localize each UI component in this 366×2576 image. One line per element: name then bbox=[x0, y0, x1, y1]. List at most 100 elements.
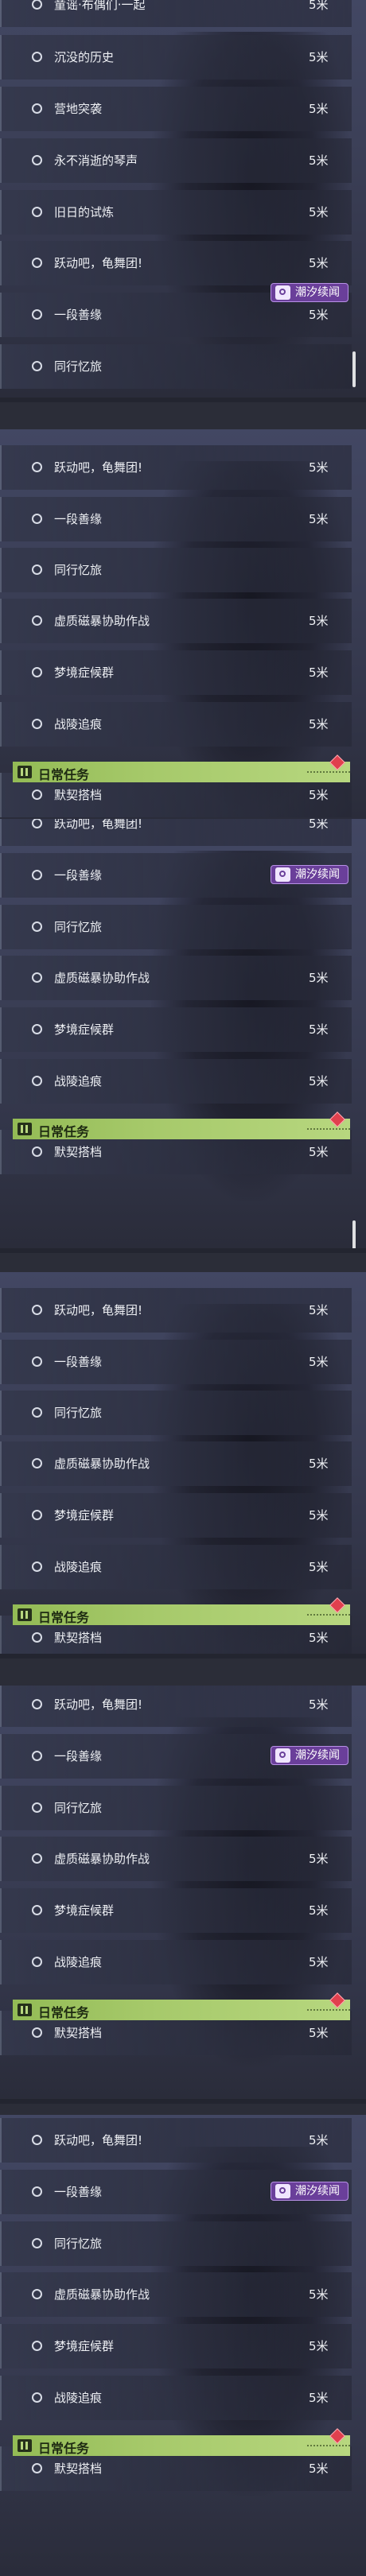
quest-row[interactable]: 同行忆旅 bbox=[0, 1391, 352, 1435]
circle-outline-icon bbox=[32, 1802, 42, 1813]
circle-outline-icon bbox=[32, 155, 42, 165]
quest-row[interactable]: 同行忆旅 bbox=[0, 1786, 352, 1830]
circle-outline-icon bbox=[32, 2392, 42, 2403]
tag-label: 潮汐续闻 bbox=[295, 2185, 340, 2198]
quest-name: 跃动吧，龟舞团! bbox=[54, 2133, 143, 2147]
quest-distance: 5米 bbox=[309, 1903, 329, 1918]
quest-row[interactable]: 战陵追痕 5米 bbox=[0, 1545, 352, 1589]
circle-outline-icon bbox=[32, 789, 42, 800]
quest-row[interactable]: 童谣·布偶们·一起 5米 bbox=[0, 0, 352, 27]
quest-panel: 童谣·布偶们·一起 5米 沉没的历史 5米 营地突袭 5米 永不消逝的琴声 5米 旧日的试炼 5米… bbox=[0, 0, 366, 398]
section-title: 日常任务 bbox=[38, 2441, 90, 2456]
quest-row[interactable]: 梦境症候群 5米 bbox=[0, 650, 352, 695]
circle-outline-icon bbox=[32, 1751, 42, 1761]
quest-panel: 跃动吧，龟舞团!5米一段善缘5米同行忆旅虚质磁暴协助作战5米梦境症候群5米战陵追… bbox=[0, 1686, 366, 2099]
circle-outline-icon bbox=[32, 258, 42, 268]
quest-row[interactable]: 营地突袭 5米 bbox=[0, 87, 352, 131]
quest-distance: 5米 bbox=[309, 1697, 329, 1712]
circle-outline-icon bbox=[32, 309, 42, 320]
quest-distance: 5米 bbox=[309, 1355, 329, 1369]
circle-outline-icon bbox=[32, 1356, 42, 1367]
quest-distance: 5米 bbox=[309, 1631, 329, 1645]
quest-row[interactable]: 同行忆旅 bbox=[0, 548, 352, 592]
circle-outline-icon bbox=[32, 1076, 42, 1086]
section-title: 日常任务 bbox=[38, 1610, 90, 1625]
quest-distance: 5米 bbox=[309, 153, 329, 168]
quest-row[interactable]: 战陵追痕 5米 bbox=[0, 1059, 352, 1104]
circle-outline-icon bbox=[32, 52, 42, 62]
quest-name: 虚质磁暴协助作战 bbox=[54, 2287, 150, 2302]
quest-row[interactable]: 同行忆旅 bbox=[0, 344, 352, 389]
quest-name: 虚质磁暴协助作战 bbox=[54, 1457, 150, 1471]
quest-row[interactable]: 跃动吧，龟舞团! 5米 bbox=[0, 2118, 352, 2163]
daily-tasks-header[interactable]: 日常任务 bbox=[13, 1119, 352, 1139]
quest-row[interactable]: 同行忆旅 bbox=[0, 905, 352, 949]
circle-outline-icon bbox=[32, 564, 42, 575]
quest-row[interactable]: 虚质磁暴协助作战 5米 bbox=[0, 1837, 352, 1881]
quest-distance: 5米 bbox=[309, 665, 329, 680]
daily-tasks-header[interactable]: 日常任务 bbox=[13, 2435, 352, 2456]
quest-name: 童谣·布偶们·一起 bbox=[54, 0, 146, 12]
quest-row[interactable]: 虚质磁暴协助作战 5米 bbox=[0, 599, 352, 643]
quest-name: 梦境症候群 bbox=[54, 1508, 115, 1523]
quest-row[interactable]: 跃动吧，龟舞团! 5米 bbox=[0, 445, 352, 490]
quest-distance: 5米 bbox=[309, 2287, 329, 2302]
quest-row[interactable]: 梦境症候群 5米 bbox=[0, 1007, 352, 1052]
circle-outline-icon bbox=[32, 667, 42, 677]
daily-tasks-header[interactable]: 日常任务 bbox=[13, 2000, 352, 2020]
quest-row[interactable]: 沉没的历史 5米 bbox=[0, 35, 352, 80]
quest-distance: 5米 bbox=[309, 308, 329, 322]
quest-row[interactable]: 梦境症候群 5米 bbox=[0, 1888, 352, 1933]
quest-distance: 5米 bbox=[309, 1852, 329, 1866]
quest-row[interactable]: 战陵追痕 5米 bbox=[0, 1940, 352, 1984]
quest-row[interactable]: 一段善缘 5米 bbox=[0, 1340, 352, 1384]
tidal-icon bbox=[275, 867, 290, 882]
tag-label: 潮汐续闻 bbox=[295, 286, 340, 299]
quest-row[interactable]: 旧日的试炼 5米 bbox=[0, 190, 352, 235]
tag-label: 潮汐续闻 bbox=[295, 1749, 340, 1762]
quest-name: 一段善缘 bbox=[54, 868, 103, 883]
quest-distance: 5米 bbox=[309, 102, 329, 116]
quest-distance: 5米 bbox=[309, 2462, 329, 2476]
scrollbar-thumb[interactable] bbox=[352, 351, 356, 387]
daily-tasks-header[interactable]: 日常任务 bbox=[13, 762, 352, 782]
circle-outline-icon bbox=[32, 870, 42, 880]
quest-row[interactable]: 一段善缘 5米 bbox=[0, 497, 352, 541]
quest-row[interactable]: 永不消逝的琴声 5米 bbox=[0, 138, 352, 183]
quest-panel: 跃动吧，龟舞团!5米一段善缘5米同行忆旅虚质磁暴协助作战5米梦境症候群5米战陵追… bbox=[0, 2115, 366, 2576]
quest-panel: 跃动吧，龟舞团!5米一段善缘 5米同行忆旅虚质磁暴协助作战5米梦境症候群5米战陵追… bbox=[0, 819, 366, 1248]
quest-row[interactable]: 梦境症候群 5米 bbox=[0, 1493, 352, 1538]
quest-name: 跃动吧，龟舞团! bbox=[54, 256, 143, 270]
daily-tasks-header[interactable]: 日常任务 bbox=[13, 1604, 352, 1625]
quest-row[interactable]: 虚质磁暴协助作战 5米 bbox=[0, 956, 352, 1000]
quest-distance: 5米 bbox=[309, 2133, 329, 2147]
quest-distance: 5米 bbox=[309, 1303, 329, 1317]
quest-row[interactable]: 跃动吧，龟舞团! 5米 bbox=[0, 1288, 352, 1333]
quest-row[interactable]: 跃动吧，龟舞团! 5米 bbox=[0, 241, 352, 285]
circle-outline-icon bbox=[32, 2463, 42, 2473]
circle-outline-icon bbox=[32, 615, 42, 626]
quest-row[interactable]: 战陵追痕 5米 bbox=[0, 2376, 352, 2420]
book-icon bbox=[18, 2439, 32, 2452]
quest-row[interactable]: 虚质磁暴协助作战 5米 bbox=[0, 1441, 352, 1486]
quest-name: 战陵追痕 bbox=[54, 1560, 103, 1574]
quest-name: 梦境症候群 bbox=[54, 2339, 115, 2353]
circle-outline-icon bbox=[32, 2135, 42, 2145]
quest-name: 默契搭档 bbox=[54, 2462, 103, 2476]
tag-label: 潮汐续闻 bbox=[295, 868, 340, 881]
quest-distance: 5米 bbox=[309, 460, 329, 475]
quest-name: 梦境症候群 bbox=[54, 1022, 115, 1037]
quest-row[interactable]: 战陵追痕 5米 bbox=[0, 702, 352, 747]
quest-distance: 5米 bbox=[309, 512, 329, 526]
quest-row[interactable]: 跃动吧，龟舞团! 5米 bbox=[0, 819, 352, 846]
quest-row[interactable]: 跃动吧，龟舞团! 5米 bbox=[0, 1686, 352, 1727]
quest-row[interactable]: 同行忆旅 bbox=[0, 2221, 352, 2266]
quest-distance: 5米 bbox=[309, 2339, 329, 2353]
quest-row[interactable]: 虚质磁暴协助作战 5米 bbox=[0, 2272, 352, 2317]
quest-distance: 5米 bbox=[309, 819, 329, 831]
circle-outline-icon bbox=[32, 1699, 42, 1709]
quest-row[interactable]: 梦境症候群 5米 bbox=[0, 2324, 352, 2368]
circle-outline-icon bbox=[32, 2341, 42, 2351]
quest-name: 同行忆旅 bbox=[54, 359, 103, 374]
scrollbar-thumb[interactable] bbox=[352, 1220, 356, 1248]
